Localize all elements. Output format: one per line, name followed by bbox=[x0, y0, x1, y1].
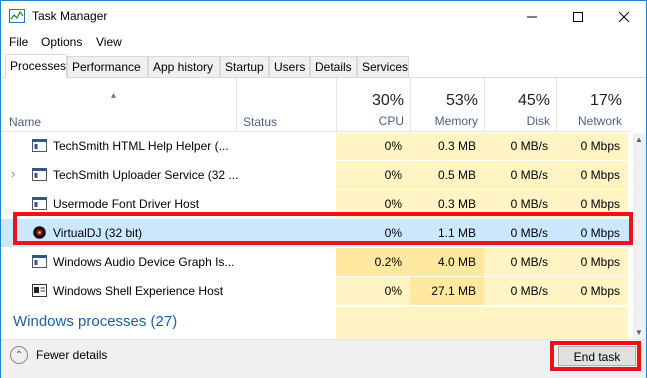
process-cpu-value: 0% bbox=[384, 226, 402, 240]
process-cpu-value: 0% bbox=[384, 168, 402, 182]
task-manager-window: Task Manager File Options View Processes… bbox=[0, 0, 647, 378]
process-row[interactable]: Usermode Font Driver Host 0% 0.3 MB 0 MB/s 0… bbox=[1, 190, 633, 218]
minimize-button[interactable] bbox=[509, 1, 555, 32]
process-row[interactable]: Windows Audio Device Graph Is... 0.2% 4.0 … bbox=[1, 248, 633, 276]
tab-users[interactable]: Users bbox=[269, 56, 310, 77]
process-row[interactable]: TechSmith HTML Help Helper (... 0% 0.3 MB 0… bbox=[1, 133, 633, 160]
tab-startup[interactable]: Startup bbox=[220, 56, 269, 77]
process-name: TechSmith Uploader Service (32 ... bbox=[53, 168, 239, 182]
expand-chevron-icon[interactable]: › bbox=[11, 166, 15, 181]
process-cpu-value: 0.2% bbox=[374, 255, 402, 269]
process-memory-value: 1.1 MB bbox=[437, 226, 476, 240]
column-disk[interactable]: 45% Disk bbox=[484, 78, 556, 132]
chevron-up-icon[interactable]: ⌃ bbox=[10, 346, 28, 364]
process-name: Windows Audio Device Graph Is... bbox=[53, 255, 235, 269]
process-row[interactable]: › TechSmith Uploader Service (32 ... 0% 0.5… bbox=[1, 161, 633, 189]
process-memory-value: 0.3 MB bbox=[437, 197, 476, 211]
app-window-icon bbox=[32, 255, 47, 268]
scroll-up-icon[interactable]: ▲ bbox=[635, 135, 643, 144]
process-memory-value: 4.0 MB bbox=[437, 255, 476, 269]
menu-bar: File Options View bbox=[1, 32, 646, 52]
process-disk-value: 0 MB/s bbox=[510, 168, 548, 182]
tab-performance[interactable]: Performance bbox=[67, 56, 148, 77]
tab-app-history[interactable]: App history bbox=[148, 56, 220, 77]
process-name: Windows Shell Experience Host bbox=[53, 284, 224, 298]
process-disk-value: 0 MB/s bbox=[510, 255, 548, 269]
menu-file[interactable]: File bbox=[9, 35, 28, 49]
process-list: TechSmith HTML Help Helper (... 0% 0.3 MB 0… bbox=[1, 133, 633, 339]
close-button[interactable] bbox=[601, 1, 647, 32]
process-cpu-value: 0% bbox=[384, 197, 402, 211]
process-memory-value: 0.5 MB bbox=[437, 168, 476, 182]
column-network[interactable]: 17% Network bbox=[556, 78, 628, 132]
process-row[interactable]: Windows Shell Experience Host 0% 27.1 MB 0 … bbox=[1, 277, 633, 305]
process-network-value: 0 Mbps bbox=[580, 139, 620, 153]
maximize-icon bbox=[573, 11, 583, 22]
sort-ascending-icon: ▴ bbox=[111, 90, 117, 101]
process-network-value: 0 Mbps bbox=[580, 284, 620, 298]
tab-bar: Processes Performance App history Startu… bbox=[1, 54, 646, 78]
app-window-icon bbox=[32, 139, 47, 152]
column-cpu[interactable]: 30% CPU bbox=[336, 78, 410, 132]
menu-view[interactable]: View bbox=[96, 35, 122, 49]
task-manager-icon bbox=[9, 9, 25, 23]
process-disk-value: 0 MB/s bbox=[510, 284, 548, 298]
maximize-button[interactable] bbox=[555, 1, 601, 32]
network-percent: 17% bbox=[589, 92, 622, 109]
process-memory-value: 27.1 MB bbox=[431, 284, 476, 298]
close-icon bbox=[619, 11, 629, 22]
network-label: Network bbox=[577, 114, 622, 128]
process-network-value: 0 Mbps bbox=[580, 197, 620, 211]
memory-percent: 53% bbox=[445, 92, 478, 109]
tab-details[interactable]: Details bbox=[310, 56, 357, 77]
tab-services[interactable]: Services bbox=[357, 56, 409, 77]
group-header-windows-processes[interactable]: Windows processes (27) bbox=[13, 313, 177, 330]
process-network-value: 0 Mbps bbox=[580, 255, 620, 269]
end-task-button[interactable]: End task bbox=[558, 346, 636, 366]
process-cpu-value: 0% bbox=[384, 284, 402, 298]
cpu-label: CPU bbox=[378, 114, 404, 128]
column-memory[interactable]: 53% Memory bbox=[410, 78, 484, 132]
process-disk-value: 0 MB/s bbox=[510, 197, 548, 211]
title-bar[interactable]: Task Manager bbox=[1, 1, 646, 32]
minimize-icon bbox=[527, 16, 537, 17]
column-header: ▴ Name Status 30% CPU 53% Memory 45% Dis… bbox=[1, 78, 633, 132]
app-window-icon bbox=[32, 197, 47, 210]
process-cpu-value: 0% bbox=[384, 139, 402, 153]
process-disk-value: 0 MB/s bbox=[510, 139, 548, 153]
fewer-details-link[interactable]: Fewer details bbox=[36, 348, 107, 362]
footer-bar: ⌃ Fewer details End task bbox=[1, 339, 646, 378]
process-row[interactable]: VirtualDJ (32 bit) 0% 1.1 MB 0 MB/s 0 Mbps bbox=[1, 219, 633, 247]
process-name: VirtualDJ (32 bit) bbox=[53, 226, 143, 240]
menu-options[interactable]: Options bbox=[41, 35, 82, 49]
process-network-value: 0 Mbps bbox=[580, 226, 620, 240]
virtualdj-icon bbox=[33, 226, 46, 239]
disk-percent: 45% bbox=[517, 92, 550, 109]
process-name: TechSmith HTML Help Helper (... bbox=[53, 139, 229, 153]
column-status[interactable]: Status bbox=[243, 115, 277, 129]
disk-label: Disk bbox=[526, 114, 550, 128]
process-disk-value: 0 MB/s bbox=[510, 226, 548, 240]
vertical-scrollbar[interactable]: ▲ ▼ bbox=[633, 133, 646, 339]
memory-label: Memory bbox=[434, 114, 478, 128]
process-memory-value: 0.3 MB bbox=[437, 139, 476, 153]
shell-host-icon bbox=[32, 284, 47, 297]
cpu-percent: 30% bbox=[371, 92, 404, 109]
column-name[interactable]: Name bbox=[9, 115, 41, 129]
scroll-down-icon[interactable]: ▼ bbox=[635, 328, 643, 337]
tab-processes[interactable]: Processes bbox=[5, 54, 67, 78]
window-title: Task Manager bbox=[32, 9, 108, 23]
process-name: Usermode Font Driver Host bbox=[53, 197, 200, 211]
process-network-value: 0 Mbps bbox=[580, 168, 620, 182]
app-window-icon bbox=[32, 168, 47, 181]
